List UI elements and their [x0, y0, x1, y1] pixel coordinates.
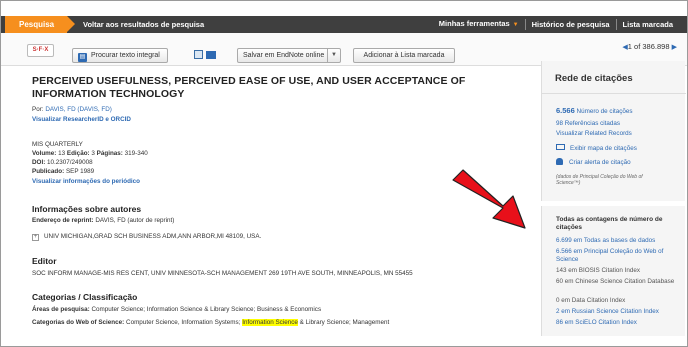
research-areas-value: Computer Science; Information Science & …	[91, 306, 322, 313]
citation-network-panel: Rede de citações 6.566 Número de citaçõe…	[541, 61, 686, 201]
citation-count-line[interactable]: 6.566 Número de citações	[556, 107, 633, 116]
editor-value: SOC INFORM MANAGE-MIS RES CENT, UNIV MIN…	[32, 270, 413, 277]
show-citation-map-link[interactable]: Exibir mapa de citações	[556, 144, 637, 153]
author-link[interactable]: DAVIS, FD (DAVIS, FD)	[45, 106, 112, 113]
author-line: Por: DAVIS, FD (DAVIS, FD)	[32, 105, 112, 114]
document-icon: ▤	[78, 53, 87, 62]
bell-icon	[556, 158, 563, 165]
published-line: Publicado: SEP 1989	[32, 167, 94, 176]
record-pager: ◀1 of 386.898 ▶	[622, 42, 677, 51]
save-endnote-button[interactable]: Salvar em EndNote online ▼	[237, 48, 341, 63]
citation-count: 6.566	[556, 106, 575, 115]
count-data-citation: 0 em Data Citation Index	[556, 297, 626, 304]
reprint-address-line: + UNIV MICHIGAN,GRAD SCH BUSINESS ADM,ANN…	[32, 232, 261, 241]
article-title: PERCEIVED USEFULNESS, PERCEIVED EASE OF …	[32, 75, 466, 100]
next-record-icon[interactable]: ▶	[672, 44, 677, 51]
expand-icon[interactable]: +	[32, 234, 39, 241]
journal-name: MIS QUARTERLY	[32, 141, 83, 148]
show-citation-map-label: Exibir mapa de citações	[570, 145, 637, 152]
doi-label: DOI:	[32, 159, 46, 166]
count-all-databases[interactable]: 6.699 em Todas as bases de dados	[556, 237, 655, 245]
arrow-shape	[452, 169, 526, 229]
sfx-button[interactable]: S·F·X	[27, 44, 54, 57]
save-endnote-label: Salvar em EndNote online	[243, 52, 325, 59]
all-counts-heading: Todas as contagens de número de citações	[556, 216, 663, 231]
count-biosis: 143 em BIOSIS Citation Index	[556, 267, 641, 274]
marked-list-link[interactable]: Lista marcada	[617, 16, 679, 33]
red-arrow-annotation	[452, 169, 526, 229]
published-value: SEP 1989	[65, 168, 95, 175]
doi-value: 10.2307/249008	[47, 159, 93, 166]
email-icon[interactable]	[206, 51, 216, 59]
find-full-text-button[interactable]: ▤ Procurar texto integral	[72, 48, 168, 63]
cited-references-link[interactable]: 98 Referências citadas	[556, 120, 620, 128]
reprint-line: Endereço de reprint: DAVIS, FD (autor de…	[32, 216, 174, 225]
pager-total: 386.898	[642, 42, 670, 51]
by-label: Por:	[32, 106, 44, 113]
pages-label: Páginas:	[96, 150, 123, 157]
volume-line: Volume: 13 Edição: 3 Páginas: 319-340	[32, 149, 148, 158]
wos-categories-highlight: Information Science	[242, 319, 298, 326]
add-to-marked-list-button[interactable]: Adicionar à Lista marcada	[353, 48, 455, 63]
volume-value: 13	[58, 150, 66, 157]
categories-heading: Categorias / Classificação	[32, 292, 138, 302]
issue-label: Edição:	[66, 150, 90, 157]
create-alert-link[interactable]: Criar alerta de citação	[556, 158, 631, 167]
map-icon	[556, 144, 565, 150]
research-areas-label: Áreas de pesquisa:	[32, 306, 90, 313]
count-scielo[interactable]: 86 em SciELO Citation Index	[556, 319, 637, 327]
volume-label: Volume:	[32, 150, 57, 157]
reprint-address: UNIV MICHIGAN,GRAD SCH BUSINESS ADM,ANN …	[44, 233, 262, 240]
top-nav-bar: Pesquisa Voltar aos resultados de pesqui…	[1, 16, 687, 33]
reprint-value: DAVIS, FD (autor de reprint)	[95, 217, 175, 224]
back-to-results-link[interactable]: Voltar aos resultados de pesquisa	[83, 16, 204, 33]
citation-network-header: Rede de citações	[542, 61, 686, 94]
author-info-heading: Informações sobre autores	[32, 204, 142, 214]
related-records-link[interactable]: Visualizar Related Records	[556, 130, 632, 138]
wos-categories-line: Categorias do Web of Science: Computer S…	[32, 318, 389, 327]
pager-of: of	[634, 42, 641, 51]
citation-network-heading: Rede de citações	[555, 73, 633, 84]
print-icon[interactable]	[194, 50, 203, 59]
pages-value: 319-340	[124, 150, 148, 157]
reprint-label: Endereço de reprint:	[32, 217, 94, 224]
all-citation-counts-panel: Todas as contagens de número de citações…	[541, 206, 685, 336]
citation-count-label: Número de citações	[576, 108, 633, 115]
count-core-collection[interactable]: 6.566 em Principal Coleção do Web of Sci…	[556, 248, 676, 264]
search-history-link[interactable]: Histórico de pesquisa	[526, 16, 616, 33]
research-areas-line: Áreas de pesquisa: Computer Science; Inf…	[32, 305, 321, 314]
journal-info-link[interactable]: Visualizar informações do periódico	[32, 177, 140, 186]
issue-value: 3	[91, 150, 95, 157]
pager-current: 1	[627, 42, 632, 51]
find-full-text-label: Procurar texto integral	[91, 52, 160, 59]
wos-categories-pre: Computer Science, Information Systems;	[126, 319, 241, 326]
top-right-links: Minhas ferramentas ▼ Histórico de pesquis…	[433, 16, 679, 33]
published-label: Publicado:	[32, 168, 65, 175]
editor-heading: Editor	[32, 256, 57, 266]
researcher-id-link[interactable]: Visualizar ResearcherID e ORCID	[32, 115, 131, 124]
chevron-down-icon: ▼	[512, 22, 519, 28]
create-alert-label: Criar alerta de citação	[569, 159, 631, 166]
chevron-down-icon[interactable]: ▼	[327, 48, 340, 63]
tab-search[interactable]: Pesquisa	[5, 16, 75, 33]
my-tools-menu[interactable]: Minhas ferramentas ▼	[433, 15, 525, 34]
count-chinese-science: 60 em Chinese Science Citation Database	[556, 278, 675, 285]
wos-categories-post: & Library Science; Management	[299, 319, 390, 326]
wos-categories-label: Categorias do Web of Science:	[32, 319, 125, 326]
doi-line: DOI: 10.2307/249008	[32, 158, 93, 167]
my-tools-label: Minhas ferramentas	[438, 19, 510, 28]
data-source-note: (dados de Principal Coleção do Web of Sc…	[556, 174, 643, 186]
count-russian-science[interactable]: 2 em Russian Science Citation Index	[556, 308, 659, 316]
